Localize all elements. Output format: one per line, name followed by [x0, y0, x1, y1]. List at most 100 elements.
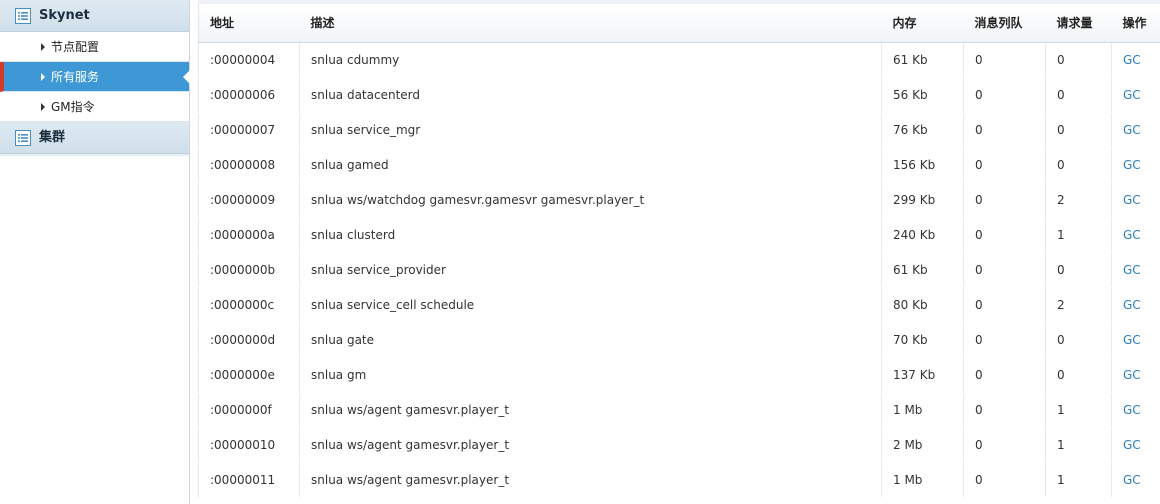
cell-memory: 137 Kb: [881, 357, 964, 393]
cell-memory: 156 Kb: [881, 147, 964, 183]
table-row: :0000000d snlua gate 70 Kb 0 0 GC: [198, 322, 1160, 358]
column-header-requests[interactable]: 请求量: [1045, 0, 1112, 43]
cell-requests: 1: [1045, 462, 1112, 498]
gc-link[interactable]: GC: [1123, 438, 1141, 452]
cell-message-queue: 0: [963, 252, 1046, 288]
cell-message-queue: 0: [963, 287, 1046, 323]
cell-requests: 2: [1045, 182, 1112, 218]
cell-address: :0000000e: [198, 357, 300, 393]
table-row: :0000000a snlua clusterd 240 Kb 0 1 GC: [198, 217, 1160, 253]
cell-address: :0000000a: [198, 217, 300, 253]
cell-action: GC: [1111, 42, 1160, 78]
gc-link[interactable]: GC: [1123, 368, 1141, 382]
cell-memory: 61 Kb: [881, 42, 964, 78]
cell-action: GC: [1111, 252, 1160, 288]
cell-memory: 56 Kb: [881, 77, 964, 113]
cell-description: snlua service_mgr: [299, 112, 882, 148]
services-table: 地址 描述 内存 消息列队 请求量 操作 :00000004 snlua cdu…: [198, 0, 1160, 498]
sidebar-item-label: 所有服务: [51, 70, 100, 84]
cell-description: snlua service_cell schedule: [299, 287, 882, 323]
column-header-message-queue[interactable]: 消息列队: [963, 0, 1046, 43]
sidebar-item-all-services[interactable]: 所有服务: [0, 62, 190, 92]
cell-memory: 240 Kb: [881, 217, 964, 253]
sidebar-item-label: 节点配置: [51, 40, 100, 54]
cell-action: GC: [1111, 322, 1160, 358]
sidebar-item-gm-commands[interactable]: GM指令: [0, 92, 189, 122]
gc-link[interactable]: GC: [1123, 263, 1141, 277]
cell-requests: 0: [1045, 322, 1112, 358]
services-panel: 地址 描述 内存 消息列队 请求量 操作 :00000004 snlua cdu…: [198, 0, 1160, 504]
cell-address: :0000000b: [198, 252, 300, 288]
cell-message-queue: 0: [963, 427, 1046, 463]
cell-description: snlua ws/watchdog gamesvr.gamesvr gamesv…: [299, 182, 882, 218]
cell-address: :00000007: [198, 112, 300, 148]
cell-memory: 76 Kb: [881, 112, 964, 148]
sidebar-item-label: GM指令: [51, 100, 95, 114]
cell-description: snlua ws/agent gamesvr.player_t: [299, 392, 882, 428]
cell-address: :00000009: [198, 182, 300, 218]
gc-link[interactable]: GC: [1123, 123, 1141, 137]
cell-requests: 1: [1045, 217, 1112, 253]
gc-link[interactable]: GC: [1123, 298, 1141, 312]
cell-memory: 299 Kb: [881, 182, 964, 218]
cell-requests: 0: [1045, 357, 1112, 393]
sidebar-group-skynet[interactable]: Skynet: [0, 0, 189, 32]
sidebar-group-label: 集群: [39, 130, 66, 145]
caret-right-icon: [41, 43, 45, 51]
cell-requests: 1: [1045, 392, 1112, 428]
cell-address: :0000000c: [198, 287, 300, 323]
sidebar-group-cluster[interactable]: 集群: [0, 122, 189, 154]
cell-memory: 2 Mb: [881, 427, 964, 463]
gc-link[interactable]: GC: [1123, 88, 1141, 102]
cell-action: GC: [1111, 77, 1160, 113]
cell-description: snlua service_provider: [299, 252, 882, 288]
cell-requests: 0: [1045, 147, 1112, 183]
caret-right-icon: [41, 103, 45, 111]
cell-requests: 0: [1045, 42, 1112, 78]
table-row: :0000000f snlua ws/agent gamesvr.player_…: [198, 392, 1160, 428]
cell-description: snlua cdummy: [299, 42, 882, 78]
cell-memory: 61 Kb: [881, 252, 964, 288]
cell-action: GC: [1111, 112, 1160, 148]
cell-address: :00000006: [198, 77, 300, 113]
cell-message-queue: 0: [963, 77, 1046, 113]
gc-link[interactable]: GC: [1123, 473, 1141, 487]
cell-memory: 1 Mb: [881, 392, 964, 428]
gc-link[interactable]: GC: [1123, 53, 1141, 67]
active-indicator-notch: [183, 70, 190, 84]
table-row: :00000009 snlua ws/watchdog gamesvr.game…: [198, 182, 1160, 218]
sidebar-item-node-config[interactable]: 节点配置: [0, 32, 189, 62]
table-row: :00000004 snlua cdummy 61 Kb 0 0 GC: [198, 42, 1160, 78]
column-header-action: 操作: [1111, 0, 1160, 43]
cell-action: GC: [1111, 147, 1160, 183]
table-row: :00000010 snlua ws/agent gamesvr.player_…: [198, 427, 1160, 463]
cell-requests: 0: [1045, 112, 1112, 148]
gc-link[interactable]: GC: [1123, 403, 1141, 417]
cell-memory: 1 Mb: [881, 462, 964, 498]
column-header-memory[interactable]: 内存: [881, 0, 964, 43]
cell-description: snlua clusterd: [299, 217, 882, 253]
gc-link[interactable]: GC: [1123, 193, 1141, 207]
gc-link[interactable]: GC: [1123, 228, 1141, 242]
cell-requests: 1: [1045, 427, 1112, 463]
gc-link[interactable]: GC: [1123, 333, 1141, 347]
cell-address: :00000010: [198, 427, 300, 463]
cell-memory: 70 Kb: [881, 322, 964, 358]
cell-requests: 2: [1045, 287, 1112, 323]
cell-message-queue: 0: [963, 322, 1046, 358]
cell-message-queue: 0: [963, 217, 1046, 253]
cell-address: :0000000d: [198, 322, 300, 358]
cell-message-queue: 0: [963, 112, 1046, 148]
cell-action: GC: [1111, 182, 1160, 218]
cell-address: :00000004: [198, 42, 300, 78]
cell-message-queue: 0: [963, 392, 1046, 428]
column-header-address[interactable]: 地址: [198, 0, 300, 43]
cell-requests: 0: [1045, 77, 1112, 113]
table-row: :00000008 snlua gamed 156 Kb 0 0 GC: [198, 147, 1160, 183]
cell-action: GC: [1111, 462, 1160, 498]
gc-link[interactable]: GC: [1123, 158, 1141, 172]
column-header-description[interactable]: 描述: [299, 0, 882, 43]
cell-description: snlua gamed: [299, 147, 882, 183]
sidebar-empty-area: [0, 156, 189, 504]
cell-action: GC: [1111, 217, 1160, 253]
